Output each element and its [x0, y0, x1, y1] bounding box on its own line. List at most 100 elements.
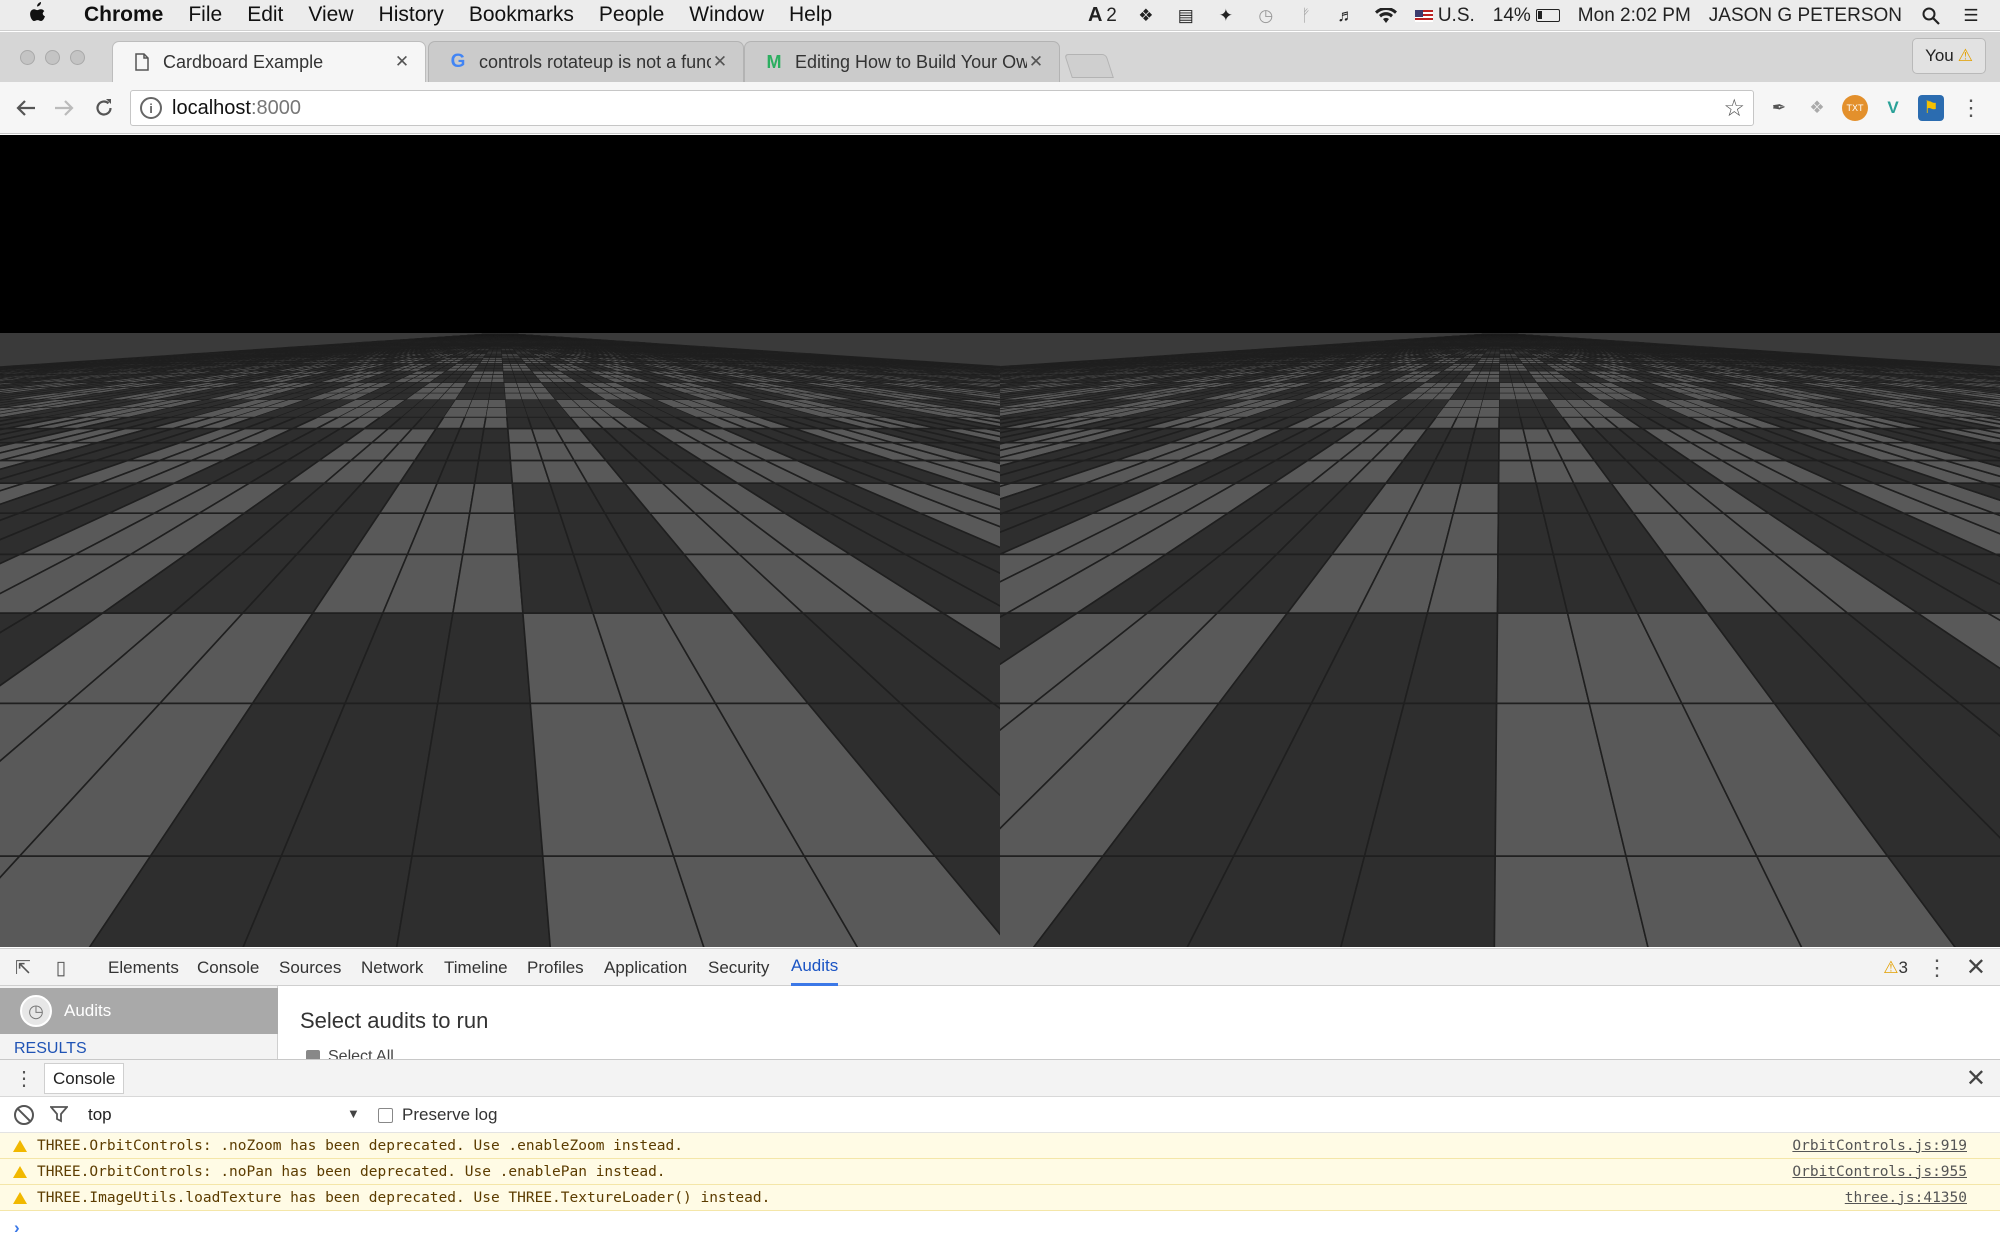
tab-security[interactable]: Security: [708, 949, 769, 986]
select-all-checkbox[interactable]: Select All: [306, 1048, 394, 1059]
warning-icon: ⚠: [1883, 958, 1898, 977]
wifi-icon[interactable]: [1374, 6, 1397, 26]
source-link[interactable]: three.js:41350: [1845, 1190, 1967, 1206]
tab-elements[interactable]: Elements: [108, 949, 179, 986]
clock[interactable]: Mon 2:02 PM: [1578, 5, 1691, 27]
tab-audits[interactable]: Audits: [791, 949, 839, 986]
notification-center-icon[interactable]: ☰: [1960, 6, 1982, 26]
console-toolbar: top ▼ Preserve log: [0, 1097, 2000, 1133]
adobe-status-item[interactable]: A2: [1084, 4, 1117, 27]
source-link[interactable]: OrbitControls.js:955: [1792, 1164, 1967, 1180]
dropbox-icon[interactable]: ❖: [1135, 6, 1157, 26]
warning-counter[interactable]: ⚠3: [1883, 958, 1908, 978]
console-message: THREE.OrbitControls: .noZoom has been de…: [0, 1133, 2000, 1159]
checkerboard-floor-right: [1000, 333, 2000, 947]
medium-icon: M: [763, 52, 785, 72]
audits-sidebar: ◷ Audits RESULTS: [0, 986, 278, 1059]
results-heading: RESULTS: [14, 1040, 87, 1058]
context-dropdown-icon[interactable]: ▼: [347, 1106, 360, 1121]
source-link[interactable]: OrbitControls.js:919: [1792, 1138, 1967, 1154]
battery-status[interactable]: 14%: [1493, 5, 1560, 27]
forward-button[interactable]: [49, 93, 79, 123]
reload-button[interactable]: [89, 93, 119, 123]
menu-window[interactable]: Window: [689, 3, 764, 27]
drawer-tab-console[interactable]: Console: [44, 1063, 125, 1094]
vue-devtools-extension-icon[interactable]: V: [1880, 95, 1906, 121]
dropbox-extension-icon[interactable]: ❖: [1804, 95, 1830, 121]
close-tab-icon[interactable]: ✕: [1027, 52, 1045, 72]
adobe-icon: A: [1084, 4, 1106, 26]
memory-icon[interactable]: ▤: [1175, 6, 1197, 26]
tab-google-search[interactable]: G controls rotateup is not a functi ✕: [428, 41, 744, 82]
time-machine-icon[interactable]: ◷: [1255, 6, 1277, 26]
spotlight-search-icon[interactable]: [1920, 6, 1942, 26]
profile-button[interactable]: You ⚠: [1912, 38, 1986, 74]
tab-title: controls rotateup is not a functi: [479, 52, 711, 73]
url-host: localhost: [172, 97, 251, 120]
apple-icon[interactable]: [26, 1, 60, 29]
close-tab-icon[interactable]: ✕: [393, 52, 411, 72]
minimize-window-button[interactable]: [45, 50, 60, 65]
close-drawer-icon[interactable]: ✕: [1966, 1064, 1986, 1093]
menu-bookmarks[interactable]: Bookmarks: [469, 3, 574, 27]
bluetooth-icon[interactable]: ᚠ: [1295, 6, 1317, 26]
text-extension-icon[interactable]: TXT: [1842, 95, 1868, 121]
tab-profiles[interactable]: Profiles: [527, 949, 584, 986]
battery-icon: [1535, 9, 1560, 22]
menu-view[interactable]: View: [308, 3, 353, 27]
site-info-icon[interactable]: i: [140, 97, 162, 119]
tab-title: Editing How to Build Your Own: [795, 52, 1027, 73]
menu-help[interactable]: Help: [789, 3, 832, 27]
console-prompt[interactable]: ›: [14, 1218, 20, 1238]
menu-people[interactable]: People: [599, 3, 664, 27]
checkbox-icon: [378, 1107, 393, 1123]
menu-edit[interactable]: Edit: [247, 3, 283, 27]
left-eye-view: [0, 135, 1000, 947]
clear-console-icon[interactable]: [14, 1105, 34, 1125]
close-devtools-icon[interactable]: ✕: [1966, 953, 1986, 982]
drawer-tab-bar: ⋮ Console ✕: [0, 1059, 2000, 1097]
chrome-menu-icon[interactable]: ⋮: [1958, 95, 1984, 121]
tab-timeline[interactable]: Timeline: [444, 949, 508, 986]
maximize-window-button[interactable]: [70, 50, 85, 65]
tab-cardboard-example[interactable]: Cardboard Example ✕: [112, 41, 426, 82]
evernote-icon[interactable]: ✦: [1215, 6, 1237, 26]
tab-medium-editing[interactable]: M Editing How to Build Your Own ✕: [744, 41, 1060, 82]
eyedropper-extension-icon[interactable]: ✒: [1766, 95, 1792, 121]
filter-icon[interactable]: [49, 1105, 69, 1128]
adobe-badge: 2: [1106, 5, 1117, 27]
bookmark-star-icon[interactable]: ☆: [1723, 94, 1745, 123]
menu-history[interactable]: History: [379, 3, 444, 27]
menu-status-area: A2 ❖ ▤ ✦ ◷ ᚠ ♬ U.S. 14% Mon 2:02 PM JASO…: [1084, 0, 1982, 31]
close-window-button[interactable]: [20, 50, 35, 65]
battery-percent: 14%: [1493, 5, 1531, 27]
menu-file[interactable]: File: [188, 3, 222, 27]
context-selector[interactable]: top: [88, 1105, 112, 1125]
inspect-element-icon[interactable]: ⇱: [10, 955, 36, 981]
devtools-menu-icon[interactable]: ⋮: [1926, 955, 1948, 981]
device-toolbar-icon[interactable]: ▯: [48, 955, 74, 981]
tab-application[interactable]: Application: [604, 949, 687, 986]
console-message: THREE.ImageUtils.loadTexture has been de…: [0, 1185, 2000, 1211]
webgl-stereo-viewport[interactable]: [0, 135, 2000, 947]
menu-app-chrome[interactable]: Chrome: [84, 3, 163, 27]
input-source[interactable]: U.S.: [1414, 5, 1475, 27]
tab-title: Cardboard Example: [163, 52, 393, 73]
bookmark-extension-icon[interactable]: ⚑: [1918, 95, 1944, 121]
message-text: THREE.ImageUtils.loadTexture has been de…: [37, 1190, 2000, 1206]
audits-sidebar-item[interactable]: ◷ Audits: [0, 988, 278, 1034]
volume-icon[interactable]: ♬: [1335, 6, 1357, 26]
user-name[interactable]: JASON G PETERSON: [1709, 5, 1902, 27]
console-message: THREE.OrbitControls: .noPan has been dep…: [0, 1159, 2000, 1185]
devtools-tab-bar: ⇱ ▯ Elements Console Sources Network Tim…: [0, 948, 2000, 986]
preserve-log-checkbox[interactable]: Preserve log: [378, 1105, 497, 1125]
drawer-menu-icon[interactable]: ⋮: [14, 1066, 34, 1091]
back-button[interactable]: [11, 93, 41, 123]
select-all-label: Select All: [328, 1048, 394, 1059]
new-tab-button[interactable]: [1064, 54, 1114, 78]
close-tab-icon[interactable]: ✕: [711, 52, 729, 72]
tab-sources[interactable]: Sources: [279, 949, 341, 986]
tab-network[interactable]: Network: [361, 949, 423, 986]
address-bar[interactable]: i localhost :8000 ☆: [130, 90, 1754, 126]
tab-console[interactable]: Console: [197, 949, 259, 986]
